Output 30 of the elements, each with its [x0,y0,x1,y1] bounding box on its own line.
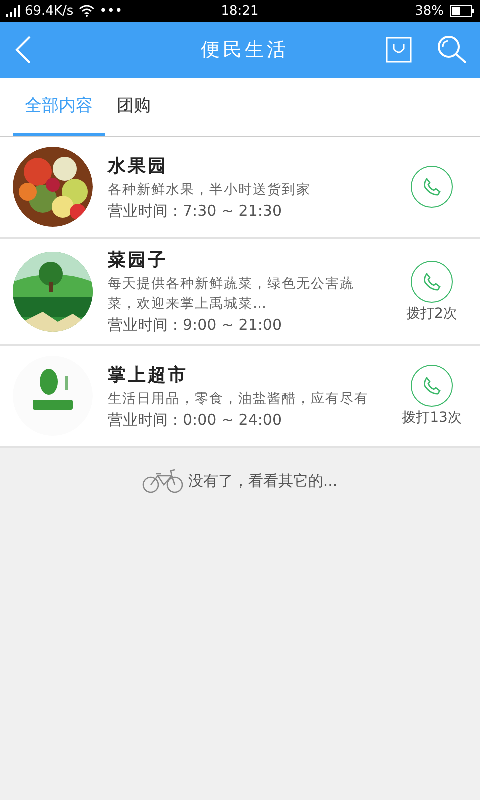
signal-icon [6,5,20,17]
network-speed: 69.4K/s [25,4,74,18]
phone-button[interactable] [411,260,453,302]
phone-icon [422,376,442,396]
call-count: 拨打13次 [402,409,462,427]
business-hours: 营业时间：7:30 ~ 21:30 [108,202,284,220]
phone-button[interactable] [411,166,453,208]
clock: 18:21 [221,4,259,18]
store-description: 每天提供各种新鲜蔬菜，绿色无公害蔬菜，欢迎来掌上禹城菜… [108,275,356,314]
page-title: 便民生活 [200,38,290,63]
more-indicator: ••• [100,4,123,18]
store-name: 掌上超市 [108,364,189,386]
phone-icon [422,272,442,292]
tab[interactable]: 团购 [105,78,163,136]
business-hours: 营业时间：9:00 ~ 21:00 [108,316,284,335]
business-hours: 营业时间：0:00 ~ 24:00 [108,410,284,430]
store-name: 菜园子 [108,249,169,272]
phone-button[interactable] [411,365,453,407]
store-name: 水果园 [108,154,169,178]
end-of-list-message: 没有了，看看其它的... [188,472,338,490]
battery-icon [450,5,474,17]
phone-icon [422,177,442,197]
battery-percent: 38% [415,4,444,18]
search-button[interactable] [436,35,468,65]
call-count: 拨打2次 [406,304,458,322]
bicycle-icon [142,468,184,494]
wifi-icon [78,5,95,17]
store-description: 各种新鲜水果，半小时送货到家 [108,180,312,200]
store-description: 生活日用品，零食，油盐酱醋，应有尽有 [108,390,370,408]
bag-button[interactable] [386,37,412,63]
